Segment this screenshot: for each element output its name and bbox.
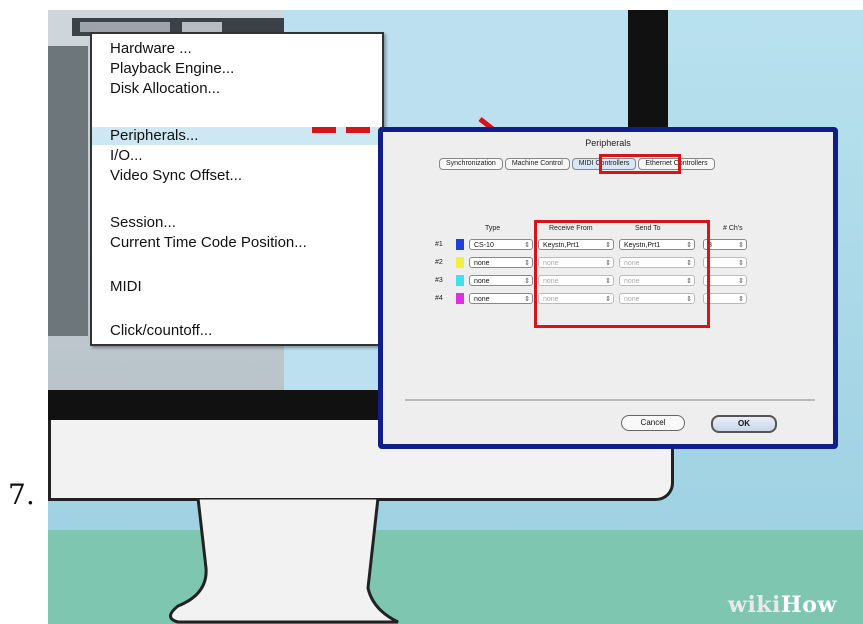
chevron-updown-icon: ⇕ xyxy=(524,278,530,285)
select-value: CS-10 xyxy=(474,242,494,249)
chevron-updown-icon: ⇕ xyxy=(524,296,530,303)
select-value: none xyxy=(474,260,490,267)
chevron-updown-icon: ⇕ xyxy=(738,260,744,267)
chevron-updown-icon: ⇕ xyxy=(524,260,530,267)
tab-synchronization[interactable]: Synchronization xyxy=(439,158,503,170)
midi-tab-highlight-box xyxy=(599,154,681,174)
menu-item-io[interactable]: I/O... xyxy=(110,147,143,164)
controller-color-swatch xyxy=(456,257,464,268)
menu-item-midi[interactable]: MIDI xyxy=(110,278,142,295)
menu-item-disk-allocation[interactable]: Disk Allocation... xyxy=(110,80,220,97)
wikihow-logo: wikiHow xyxy=(728,592,837,618)
receive-send-highlight-box xyxy=(534,220,710,328)
controller-color-swatch xyxy=(456,293,464,304)
chevron-updown-icon: ⇕ xyxy=(738,296,744,303)
dialog-title: Peripherals xyxy=(585,138,631,148)
menu-item-session[interactable]: Session... xyxy=(110,214,176,231)
type-select[interactable]: none ⇕ xyxy=(469,257,533,268)
type-select[interactable]: none ⇕ xyxy=(469,275,533,286)
menu-item-playback-engine[interactable]: Playback Engine... xyxy=(110,60,234,77)
step-number: 7. xyxy=(8,478,35,511)
logo-how: How xyxy=(780,592,837,618)
ok-button[interactable]: OK xyxy=(711,415,777,433)
setup-menu: Hardware ... Playback Engine... Disk All… xyxy=(90,32,384,346)
menu-item-hardware[interactable]: Hardware ... xyxy=(110,40,192,57)
menu-item-peripherals[interactable]: Peripherals... xyxy=(110,127,198,144)
menubar-segment xyxy=(80,22,170,32)
menubar-segment xyxy=(182,22,222,32)
chevron-updown-icon: ⇕ xyxy=(738,278,744,285)
row-number: #2 xyxy=(435,259,443,266)
menu-item-click-countoff[interactable]: Click/countoff... xyxy=(110,322,212,339)
row-number: #4 xyxy=(435,295,443,302)
cancel-button[interactable]: Cancel xyxy=(621,415,685,431)
select-value: none xyxy=(474,278,490,285)
tab-machine-control[interactable]: Machine Control xyxy=(504,158,570,170)
column-header-type: Type xyxy=(485,225,501,232)
illustration-scene: Hardware ... Playback Engine... Disk All… xyxy=(48,10,863,624)
controller-color-swatch xyxy=(456,275,464,286)
row-number: #1 xyxy=(435,241,443,248)
row-number: #3 xyxy=(435,277,443,284)
chevron-updown-icon: ⇕ xyxy=(738,242,744,249)
controller-color-swatch xyxy=(456,239,464,250)
monitor-stand xyxy=(169,498,399,624)
menu-item-current-time-code-position[interactable]: Current Time Code Position... xyxy=(110,234,307,251)
dialog-divider xyxy=(405,399,815,401)
logo-wiki: wiki xyxy=(728,592,781,618)
type-select[interactable]: CS-10 ⇕ xyxy=(469,239,533,250)
menu-item-video-sync-offset[interactable]: Video Sync Offset... xyxy=(110,167,242,184)
app-side-strip xyxy=(48,46,88,336)
peripherals-dialog: Peripherals Synchronization Machine Cont… xyxy=(378,127,838,449)
column-header-channels: # Ch's xyxy=(723,225,743,232)
select-value: none xyxy=(474,296,490,303)
chevron-updown-icon: ⇕ xyxy=(524,242,530,249)
type-select[interactable]: none ⇕ xyxy=(469,293,533,304)
